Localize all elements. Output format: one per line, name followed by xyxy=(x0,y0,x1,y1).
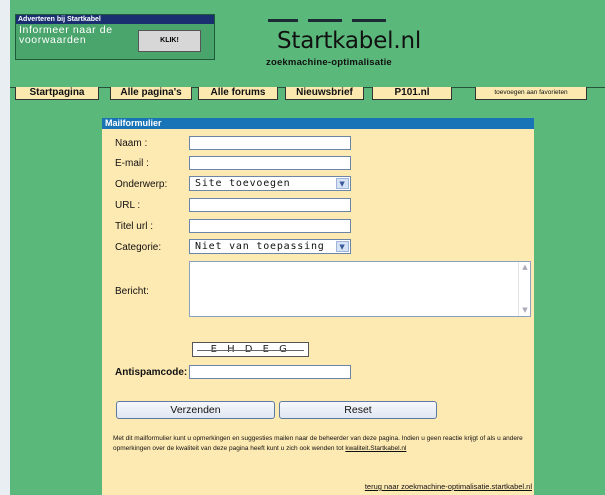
logo-bar xyxy=(352,19,386,22)
info-body: Met dit mailformulier kunt u opmerkingen… xyxy=(113,435,523,452)
url-label: URL : xyxy=(115,200,141,211)
captcha-image: E H D E G xyxy=(192,342,309,357)
site-logo[interactable]: Startkabel.nl xyxy=(277,28,421,54)
url-input[interactable] xyxy=(189,198,351,212)
back-link[interactable]: terug naar zoekmachine-optimalisatie.sta… xyxy=(365,482,532,491)
naam-input[interactable] xyxy=(189,136,351,150)
submit-button[interactable]: Verzenden xyxy=(116,401,275,419)
email-input[interactable] xyxy=(189,156,351,170)
tab-alle-paginas[interactable]: Alle pagina's xyxy=(110,87,192,100)
onderwerp-label: Onderwerp: xyxy=(115,179,168,190)
onderwerp-value: Site toevoegen xyxy=(195,178,291,189)
email-label: E-mail : xyxy=(115,158,149,169)
form-header: Mailformulier xyxy=(102,118,534,129)
ad-banner[interactable]: Adverteren bij Startkabel Informeer naar… xyxy=(15,14,215,60)
logo-bar xyxy=(268,19,298,22)
logo-bar xyxy=(308,19,342,22)
categorie-label: Categorie: xyxy=(115,242,162,253)
categorie-value: Niet van toepassing xyxy=(195,241,325,252)
scroll-down-icon[interactable]: ▼ xyxy=(520,306,530,315)
tab-p101[interactable]: P101.nl xyxy=(372,87,452,100)
mail-form: Mailformulier Naam : E-mail : Onderwerp:… xyxy=(102,118,534,495)
antispam-input[interactable] xyxy=(189,365,351,379)
site-subtitle: zoekmachine-optimalisatie xyxy=(266,57,392,68)
tab-startpagina[interactable]: Startpagina xyxy=(15,87,99,100)
tab-favorieten[interactable]: toevoegen aan favorieten xyxy=(475,87,587,100)
titel-label: Titel url : xyxy=(115,221,153,232)
naam-label: Naam : xyxy=(115,138,148,149)
chevron-down-icon[interactable]: ▼ xyxy=(336,178,349,189)
titel-input[interactable] xyxy=(189,219,351,233)
tab-nieuwsbrief[interactable]: Nieuwsbrief xyxy=(285,87,364,100)
captcha-noise-line xyxy=(197,350,304,351)
ad-text: Informeer naar de voorwaarden xyxy=(19,24,113,46)
ad-click-button[interactable]: KLIK! xyxy=(138,30,201,52)
antispam-label: Antispamcode: xyxy=(115,367,188,378)
chevron-down-icon[interactable]: ▼ xyxy=(336,241,349,252)
kwaliteit-link[interactable]: kwaliteit.Startkabel.nl xyxy=(345,445,406,452)
textarea-scrollbar[interactable]: ▲ ▼ xyxy=(518,262,530,316)
reset-button[interactable]: Reset xyxy=(279,401,437,419)
categorie-select[interactable]: Niet van toepassing ▼ xyxy=(189,239,351,254)
tab-alle-forums[interactable]: Alle forums xyxy=(198,87,278,100)
info-text: Met dit mailformulier kunt u opmerkingen… xyxy=(113,434,528,453)
page-background: Adverteren bij Startkabel Informeer naar… xyxy=(10,0,605,495)
ad-title: Adverteren bij Startkabel xyxy=(16,15,214,24)
scroll-up-icon[interactable]: ▲ xyxy=(520,263,530,272)
onderwerp-select[interactable]: Site toevoegen ▼ xyxy=(189,176,351,191)
bericht-label: Bericht: xyxy=(115,286,149,297)
bericht-textarea[interactable]: ▲ ▼ xyxy=(189,261,531,317)
